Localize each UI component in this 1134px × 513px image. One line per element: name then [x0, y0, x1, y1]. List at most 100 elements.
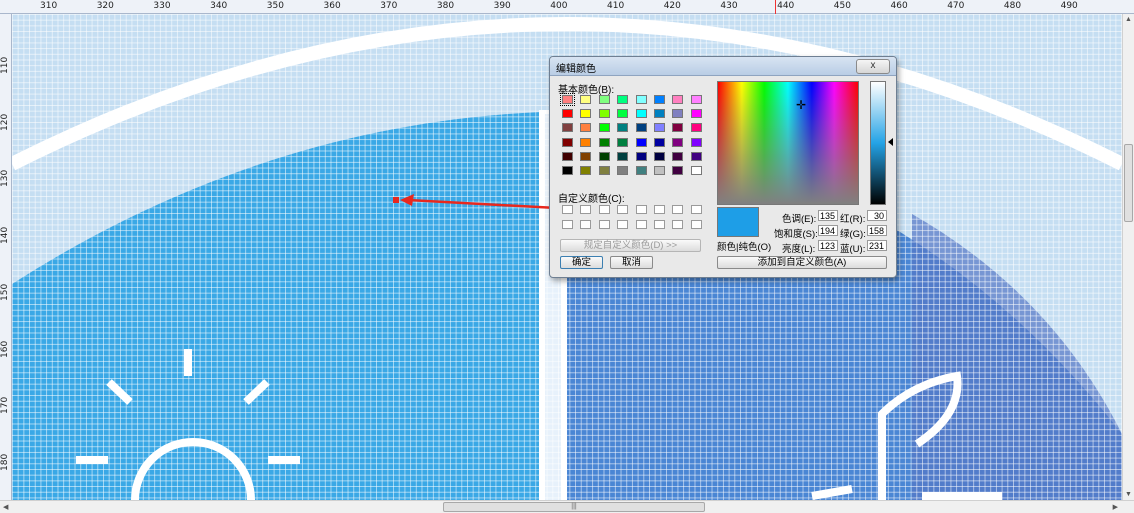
- basic-color-swatch[interactable]: [617, 123, 629, 133]
- basic-color-swatch[interactable]: [580, 123, 592, 133]
- ruler-label: 410: [607, 1, 625, 11]
- ruler-label: 350: [266, 1, 284, 11]
- basic-color-swatch[interactable]: [562, 123, 573, 133]
- hue-input[interactable]: 135: [818, 210, 838, 221]
- basic-color-swatch[interactable]: [598, 166, 610, 175]
- basic-color-swatch[interactable]: [580, 137, 592, 147]
- basic-color-swatch[interactable]: [690, 137, 702, 147]
- basic-color-swatch[interactable]: [617, 151, 629, 161]
- custom-color-swatch[interactable]: [562, 205, 573, 214]
- basic-color-swatch[interactable]: [672, 166, 684, 175]
- add-to-custom-colors-button[interactable]: 添加到自定义颜色(A): [717, 256, 887, 269]
- basic-color-swatch[interactable]: [562, 137, 573, 147]
- ruler-label: 440: [777, 1, 795, 11]
- crosshair-icon: ✛: [796, 98, 807, 112]
- custom-color-swatch[interactable]: [617, 220, 629, 229]
- custom-color-swatch[interactable]: [580, 220, 592, 229]
- custom-color-swatch[interactable]: [654, 205, 665, 214]
- custom-color-swatch[interactable]: [598, 205, 610, 214]
- basic-color-swatch[interactable]: [562, 109, 573, 119]
- basic-color-swatch[interactable]: [635, 123, 647, 133]
- basic-color-swatch[interactable]: [617, 137, 629, 147]
- basic-color-swatch[interactable]: [690, 166, 702, 175]
- saturation-input[interactable]: 194: [818, 225, 838, 236]
- basic-color-swatch[interactable]: [672, 109, 684, 119]
- basic-color-swatch[interactable]: [690, 109, 702, 119]
- basic-color-swatch[interactable]: [654, 109, 665, 119]
- basic-color-swatch[interactable]: [635, 166, 647, 175]
- basic-color-swatch[interactable]: [654, 137, 665, 147]
- basic-color-swatch[interactable]: [654, 166, 665, 175]
- basic-color-swatch[interactable]: [598, 137, 610, 147]
- custom-color-swatch[interactable]: [617, 205, 629, 214]
- basic-color-swatch[interactable]: [654, 95, 665, 104]
- basic-color-swatch[interactable]: [580, 109, 592, 119]
- basic-color-swatch[interactable]: [598, 123, 610, 133]
- scroll-up-icon[interactable]: ▲: [1125, 16, 1132, 23]
- basic-color-swatch[interactable]: [560, 93, 575, 106]
- basic-color-swatch[interactable]: [617, 95, 629, 104]
- dialog-titlebar[interactable]: 编辑颜色 x: [550, 57, 896, 76]
- ruler-label: 140: [0, 226, 10, 245]
- custom-color-swatch[interactable]: [635, 220, 647, 229]
- basic-color-swatch[interactable]: [598, 151, 610, 161]
- custom-color-swatch[interactable]: [690, 205, 702, 214]
- ok-button[interactable]: 确定: [560, 256, 603, 269]
- custom-color-swatch[interactable]: [598, 220, 610, 229]
- horizontal-scrollbar[interactable]: ◀ ||| ▶: [0, 500, 1134, 513]
- luminance-label: 亮度(L):: [782, 244, 816, 255]
- cancel-button[interactable]: 取消: [610, 256, 653, 269]
- edit-colors-dialog: 编辑颜色 x 基本颜色(B): 自定义颜色(C): 规定自定义颜色(D) >> …: [549, 56, 897, 278]
- basic-color-swatch[interactable]: [598, 95, 610, 104]
- basic-color-swatch[interactable]: [672, 137, 684, 147]
- basic-color-swatch[interactable]: [580, 95, 592, 104]
- custom-color-swatch[interactable]: [654, 220, 665, 229]
- basic-color-swatch[interactable]: [672, 95, 684, 104]
- custom-color-swatch[interactable]: [562, 220, 573, 229]
- custom-color-swatch[interactable]: [672, 220, 684, 229]
- close-button[interactable]: x: [856, 59, 890, 74]
- basic-color-swatch[interactable]: [672, 151, 684, 161]
- ruler-label: 390: [493, 1, 511, 11]
- basic-color-swatch[interactable]: [617, 166, 629, 175]
- basic-color-swatch[interactable]: [598, 109, 610, 119]
- basic-color-swatch[interactable]: [635, 95, 647, 104]
- vertical-scrollbar[interactable]: ▲ ▼: [1122, 14, 1134, 500]
- horizontal-scroll-thumb[interactable]: |||: [443, 502, 705, 512]
- basic-color-swatch[interactable]: [654, 151, 665, 161]
- define-custom-colors-button[interactable]: 规定自定义颜色(D) >>: [560, 239, 701, 252]
- basic-color-swatch[interactable]: [672, 123, 684, 133]
- basic-color-swatch[interactable]: [654, 123, 665, 133]
- scroll-right-icon[interactable]: ▶: [1113, 503, 1118, 511]
- custom-color-swatch[interactable]: [672, 205, 684, 214]
- color-spectrum[interactable]: ✛: [717, 81, 859, 205]
- custom-color-swatch[interactable]: [580, 205, 592, 214]
- basic-color-swatch[interactable]: [690, 151, 702, 161]
- vertical-scroll-thumb[interactable]: [1124, 144, 1133, 222]
- basic-color-swatch[interactable]: [690, 95, 702, 104]
- custom-color-swatch[interactable]: [690, 220, 702, 229]
- basic-colors-label: 基本颜色(B):: [558, 85, 615, 96]
- luminance-pointer-icon[interactable]: [888, 138, 893, 146]
- basic-color-swatch[interactable]: [617, 109, 629, 119]
- green-label: 绿(G):: [840, 229, 866, 240]
- custom-color-swatch[interactable]: [635, 205, 647, 214]
- red-input[interactable]: 30: [867, 210, 887, 221]
- basic-color-swatch[interactable]: [562, 151, 573, 161]
- basic-color-swatch[interactable]: [635, 151, 647, 161]
- scroll-left-icon[interactable]: ◀: [3, 503, 8, 511]
- basic-color-swatch[interactable]: [690, 123, 702, 133]
- luminance-input[interactable]: 123: [818, 240, 838, 251]
- basic-color-swatch[interactable]: [580, 151, 592, 161]
- ruler-label: 110: [0, 56, 10, 74]
- ruler-label: 490: [1060, 1, 1078, 11]
- basic-color-swatch[interactable]: [580, 166, 592, 175]
- green-input[interactable]: 158: [867, 225, 887, 236]
- blue-input[interactable]: 231: [867, 240, 887, 251]
- dialog-title: 编辑颜色: [556, 64, 596, 75]
- luminance-slider[interactable]: [870, 81, 886, 205]
- basic-color-swatch[interactable]: [635, 109, 647, 119]
- scroll-down-icon[interactable]: ▼: [1125, 491, 1132, 498]
- basic-color-swatch[interactable]: [562, 166, 573, 175]
- basic-color-swatch[interactable]: [635, 137, 647, 147]
